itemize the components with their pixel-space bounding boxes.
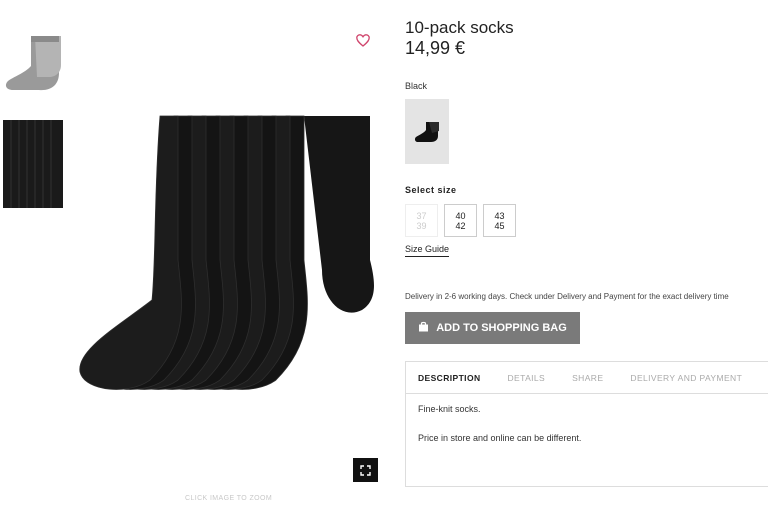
size-option-37-39[interactable]: 37 39 bbox=[405, 204, 438, 237]
tab-bar: DESCRIPTION DETAILS SHARE DELIVERY AND P… bbox=[406, 362, 768, 394]
size-text: 45 bbox=[494, 220, 505, 231]
size-text: 37 bbox=[416, 210, 427, 221]
size-option-40-42[interactable]: 40 42 bbox=[444, 204, 477, 237]
sock-shape bbox=[79, 115, 182, 390]
thumbnail-grey-socks[interactable] bbox=[3, 33, 63, 93]
tab-delivery-and-payment[interactable]: DELIVERY AND PAYMENT bbox=[630, 373, 742, 383]
color-label: Black bbox=[405, 81, 428, 91]
description-text: Fine-knit socks. bbox=[418, 404, 481, 414]
select-size-label: Select size bbox=[405, 185, 457, 195]
size-text: 42 bbox=[455, 220, 466, 231]
heart-icon[interactable] bbox=[350, 27, 376, 53]
add-to-bag-button[interactable]: ADD TO SHOPPING BAG bbox=[405, 312, 580, 344]
product-info-tabs: DESCRIPTION DETAILS SHARE DELIVERY AND P… bbox=[405, 361, 768, 487]
tab-share[interactable]: SHARE bbox=[572, 373, 603, 383]
size-option-43-45[interactable]: 43 45 bbox=[483, 204, 516, 237]
size-text: 39 bbox=[416, 220, 427, 231]
delivery-info: Delivery in 2-6 working days. Check unde… bbox=[405, 292, 729, 301]
product-main-image[interactable] bbox=[72, 110, 382, 400]
shopping-bag-icon bbox=[418, 321, 429, 335]
add-to-bag-label: ADD TO SHOPPING BAG bbox=[436, 322, 567, 334]
color-swatch-black[interactable] bbox=[405, 99, 449, 164]
thumbnail-black-socks[interactable] bbox=[3, 120, 63, 208]
size-text: 43 bbox=[494, 210, 505, 221]
product-price: 14,99 € bbox=[405, 38, 466, 58]
product-title: 10-pack socks bbox=[405, 18, 514, 37]
size-options: 37 39 40 42 43 45 bbox=[405, 204, 516, 237]
size-text: 40 bbox=[455, 210, 466, 221]
fullscreen-icon[interactable] bbox=[353, 458, 378, 482]
price-note: Price in store and online can be differe… bbox=[418, 433, 582, 443]
description-panel: Fine-knit socks. Price in store and onli… bbox=[406, 394, 768, 472]
tab-details[interactable]: DETAILS bbox=[508, 373, 546, 383]
size-guide-link[interactable]: Size Guide bbox=[405, 244, 450, 257]
zoom-hint: CLICK IMAGE TO ZOOM bbox=[185, 495, 273, 502]
sock-shape bbox=[304, 116, 374, 313]
tab-description[interactable]: DESCRIPTION bbox=[418, 373, 481, 383]
